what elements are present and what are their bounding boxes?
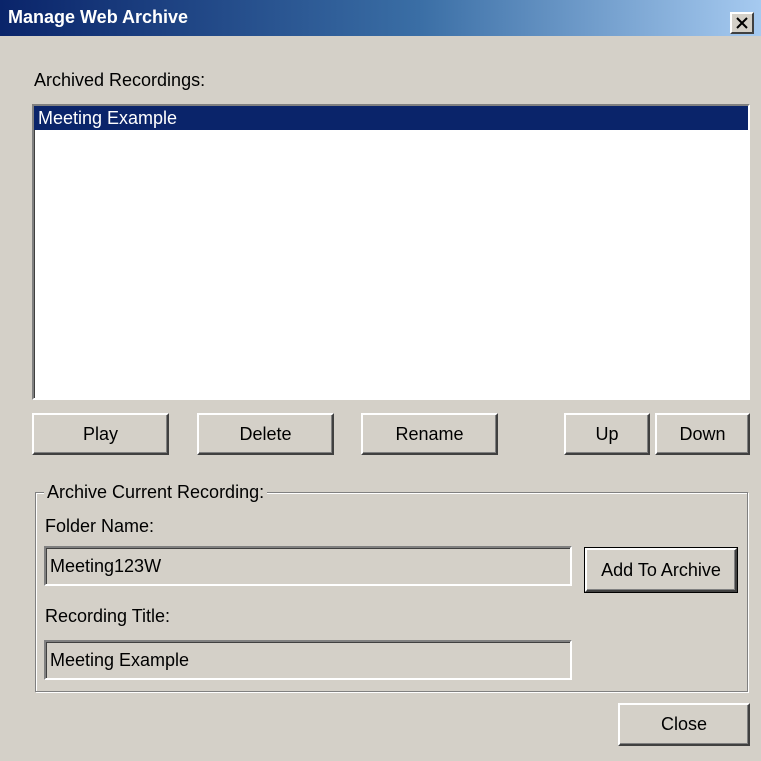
window-title: Manage Web Archive: [8, 7, 189, 27]
close-button[interactable]: Close: [618, 703, 750, 746]
delete-button[interactable]: Delete: [197, 413, 334, 455]
archived-recordings-label: Archived Recordings:: [34, 70, 206, 90]
close-icon[interactable]: [730, 12, 754, 34]
recording-title-label: Recording Title:: [45, 606, 171, 626]
list-item[interactable]: Meeting Example: [34, 106, 748, 130]
close-x-glyph: [736, 17, 748, 29]
archive-current-recording-label: Archive Current Recording:: [44, 482, 268, 503]
recording-title-field[interactable]: [44, 640, 572, 680]
rename-button[interactable]: Rename: [361, 413, 498, 455]
down-button[interactable]: Down: [655, 413, 750, 455]
title-bar: Manage Web Archive: [0, 0, 761, 36]
up-button[interactable]: Up: [564, 413, 650, 455]
archived-recordings-list[interactable]: Meeting Example: [32, 104, 750, 400]
play-button[interactable]: Play: [32, 413, 169, 455]
folder-name-field[interactable]: [44, 546, 572, 586]
folder-name-label: Folder Name:: [45, 516, 155, 536]
add-to-archive-button[interactable]: Add To Archive: [584, 547, 738, 593]
